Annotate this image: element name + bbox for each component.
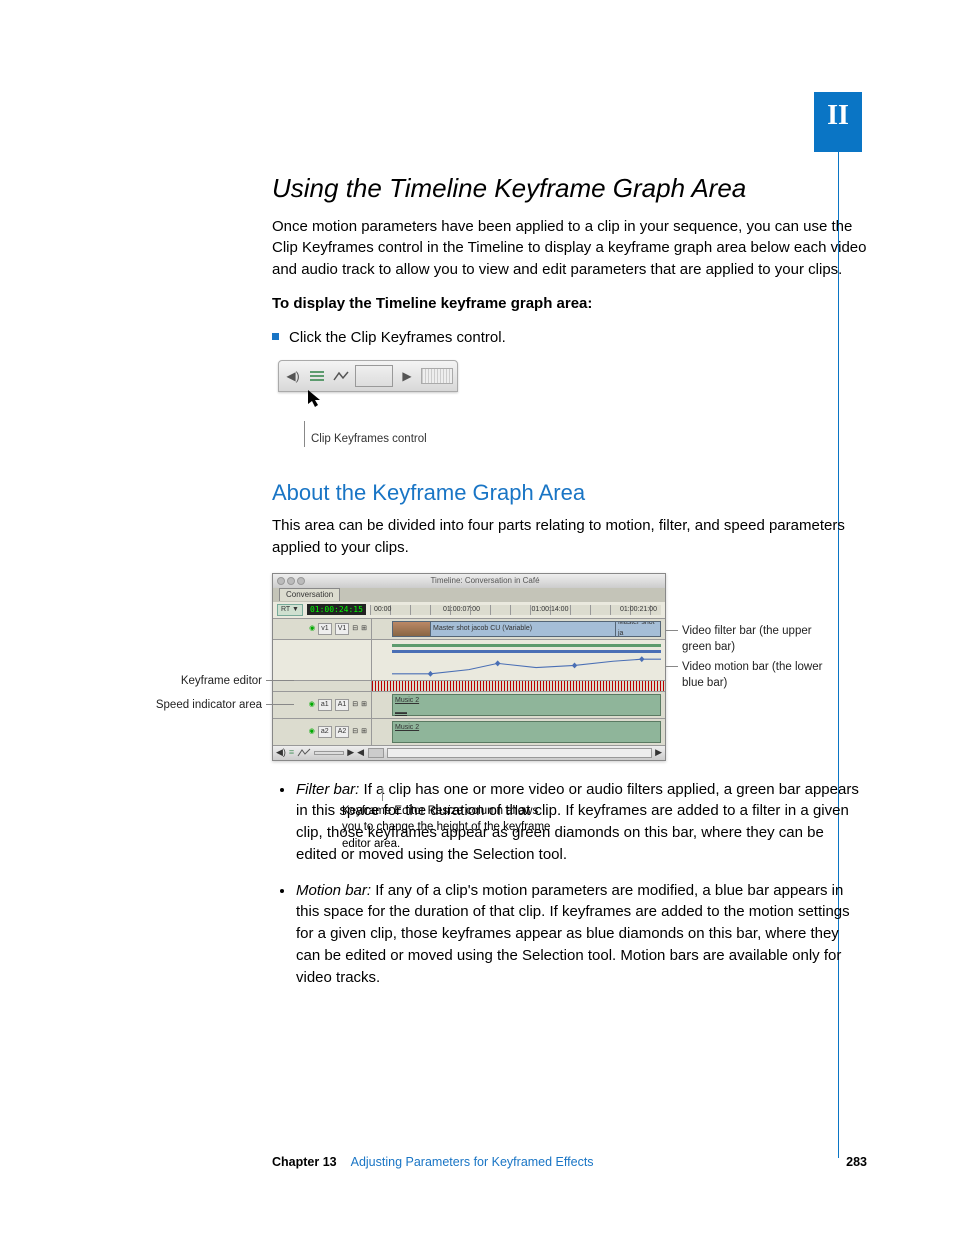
- cursor-pointer: [308, 390, 867, 415]
- keyframe-lane[interactable]: [372, 640, 665, 680]
- def-motion-bar: Motion bar: If any of a clip's motion pa…: [272, 880, 867, 989]
- audio-patch-2[interactable]: ◉ a2 A2 ⊟⊞: [273, 719, 372, 745]
- window-titlebar: Timeline: Conversation in Café: [273, 574, 665, 588]
- control-row: RT ▼ 01:00:24:15 00:00 01:00:07:00 01:00…: [273, 602, 665, 619]
- video-clip[interactable]: Master shot jacob CU (Variable): [430, 621, 617, 637]
- current-timecode[interactable]: 01:00:24:15: [307, 604, 366, 616]
- overlays-icon: [331, 367, 351, 385]
- keyframe-graph[interactable]: [392, 655, 661, 678]
- ruler-tick: 01:00:07:00: [443, 605, 480, 615]
- bullet-icon: [280, 889, 284, 893]
- audio-track-2: ◉ a2 A2 ⊟⊞ Music 2: [273, 719, 665, 746]
- clip-keyframes-icon[interactable]: ≡: [289, 746, 294, 759]
- bullet-icon: [280, 788, 284, 792]
- figure-toolbar: ◀) ▶ Clip Keyframes control: [278, 360, 867, 447]
- intro-paragraph: Once motion parameters have been applied…: [272, 216, 867, 281]
- task-step-text: Click the Clip Keyframes control.: [289, 327, 506, 349]
- video-filter-bar[interactable]: [392, 644, 661, 647]
- callout-keyframe-editor: Keyframe editor: [142, 673, 262, 690]
- overlays-icon: [297, 748, 311, 758]
- audio-lane-2[interactable]: Music 2: [372, 719, 665, 745]
- video-motion-bar[interactable]: [392, 650, 661, 653]
- callout-video-filter: Video filter bar (the upper green bar): [682, 623, 842, 656]
- track-height-icon: [314, 751, 344, 755]
- rt-popup[interactable]: RT ▼: [277, 604, 303, 616]
- keyframe-patch-resize[interactable]: [273, 640, 372, 680]
- speaker-icon: ◀): [276, 746, 286, 759]
- fig1-caption: Clip Keyframes control: [304, 421, 867, 447]
- step-bullet-icon: [272, 333, 279, 340]
- audio-clip[interactable]: Music 2▬▬: [392, 694, 661, 716]
- ruler-tick: 01:00:21:00: [620, 605, 657, 615]
- page-footer: Chapter 13 Adjusting Parameters for Keyf…: [272, 1153, 867, 1171]
- speed-patch: [273, 681, 372, 691]
- video-track: ◉ v1 V1 ⊟⊞ Master shot jacob CU (Variabl…: [273, 619, 665, 640]
- sequence-tab-row: Conversation: [273, 588, 665, 602]
- video-clip-thumbnail[interactable]: [392, 621, 434, 637]
- audio-clip[interactable]: Music 2: [392, 721, 661, 743]
- footer-title: Adjusting Parameters for Keyframed Effec…: [351, 1153, 594, 1171]
- timeline-window: Timeline: Conversation in Café Conversat…: [272, 573, 666, 761]
- figure-timeline-wrapper: Keyframe editor Speed indicator area Vid…: [142, 573, 862, 761]
- timeline-toolbar: ◀) ▶: [278, 360, 458, 392]
- sequence-tab[interactable]: Conversation: [279, 588, 340, 601]
- term-motion: Motion bar:: [296, 882, 371, 899]
- scrollbar[interactable]: [387, 748, 652, 758]
- callout-resize-column: Keyframe Editor Resize column allows you…: [342, 803, 552, 853]
- track-height-icon: [355, 365, 393, 387]
- footer-chapter: Chapter 13: [272, 1153, 337, 1171]
- def-motion-text: If any of a clip's motion parameters are…: [296, 882, 850, 986]
- timeline-ruler[interactable]: 00:00 01:00:07:00 01:00:14:00 01:00:21:0…: [370, 605, 661, 615]
- clip-keyframes-icon[interactable]: [307, 367, 327, 385]
- arrow-icon: ▶: [347, 746, 354, 759]
- heading-main: Using the Timeline Keyframe Graph Area: [272, 170, 867, 208]
- speed-indicator-row: [273, 681, 665, 692]
- task-heading: To display the Timeline keyframe graph a…: [272, 293, 867, 315]
- audio-patch-1[interactable]: ◉ a1 A1 ⊟⊞: [273, 692, 372, 718]
- ruler-tick: 01:00:14:00: [531, 605, 568, 615]
- timeline-bottom-controls: ◀) ≡ ▶ ◀ ▶: [273, 746, 665, 760]
- speaker-icon: ◀): [283, 367, 303, 385]
- task-step-row: Click the Clip Keyframes control.: [272, 327, 867, 349]
- video-lane[interactable]: Master shot jacob CU (Variable) Master s…: [372, 619, 665, 639]
- audio-track-1: ◉ a1 A1 ⊟⊞ Music 2▬▬: [273, 692, 665, 719]
- section-tab: II: [814, 92, 862, 152]
- keyframe-graph-area: [273, 640, 665, 681]
- audio-lane-1[interactable]: Music 2▬▬: [372, 692, 665, 718]
- footer-page-number: 283: [846, 1153, 867, 1171]
- heading-sub: About the Keyframe Graph Area: [272, 477, 867, 509]
- callout-video-motion: Video motion bar (the lower blue bar): [682, 659, 842, 692]
- speed-lane: [372, 681, 665, 691]
- callout-speed-indicator: Speed indicator area: [142, 697, 262, 714]
- video-clip[interactable]: Master shot ja: [615, 621, 661, 637]
- video-patch[interactable]: ◉ v1 V1 ⊟⊞: [273, 619, 372, 639]
- zoom-thumb[interactable]: [368, 748, 384, 758]
- window-title: Timeline: Conversation in Café: [305, 575, 665, 587]
- page-content: Using the Timeline Keyframe Graph Area O…: [272, 170, 867, 1002]
- about-paragraph: This area can be divided into four parts…: [272, 515, 867, 559]
- arrow-icon: ▶: [397, 367, 417, 385]
- scroll-area: [421, 368, 453, 384]
- ruler-tick: 00:00: [374, 605, 392, 615]
- term-filter: Filter bar:: [296, 781, 359, 798]
